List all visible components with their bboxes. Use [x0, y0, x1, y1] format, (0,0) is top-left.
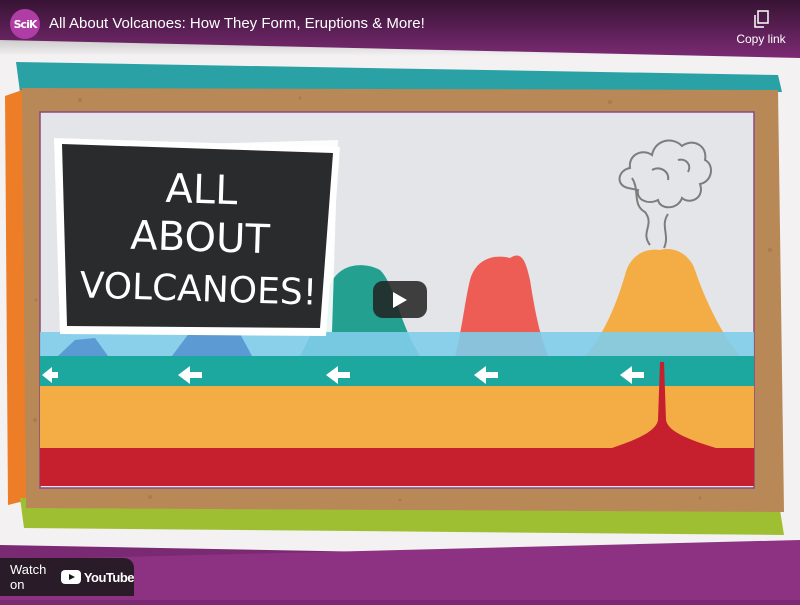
play-icon: [393, 291, 407, 308]
youtube-wordmark: YouTube: [83, 569, 135, 585]
watch-on-youtube-button[interactable]: Watch on YouTube: [0, 558, 135, 596]
copy-link-label: Copy link: [736, 32, 786, 46]
crust-layer: [40, 356, 754, 386]
youtube-logo: YouTube: [60, 569, 135, 585]
video-header: SciK All About Volcanoes: How They Form,…: [0, 0, 800, 56]
copy-icon: [754, 10, 769, 28]
chalkboard-line-3: VOLCANOES!: [79, 265, 318, 313]
video-title[interactable]: All About Volcanoes: How They Form, Erup…: [49, 15, 425, 32]
chalkboard-line-1: ALL: [165, 166, 239, 214]
play-button[interactable]: [373, 281, 427, 318]
ocean-layer: [40, 332, 754, 356]
channel-logo[interactable]: SciK: [10, 9, 40, 39]
core-layer: [40, 448, 754, 486]
chalkboard-line-2: ABOUT: [130, 213, 271, 263]
watch-on-label: Watch on: [10, 562, 47, 592]
youtube-icon: [60, 570, 81, 584]
copy-link-button[interactable]: Copy link: [736, 10, 786, 48]
